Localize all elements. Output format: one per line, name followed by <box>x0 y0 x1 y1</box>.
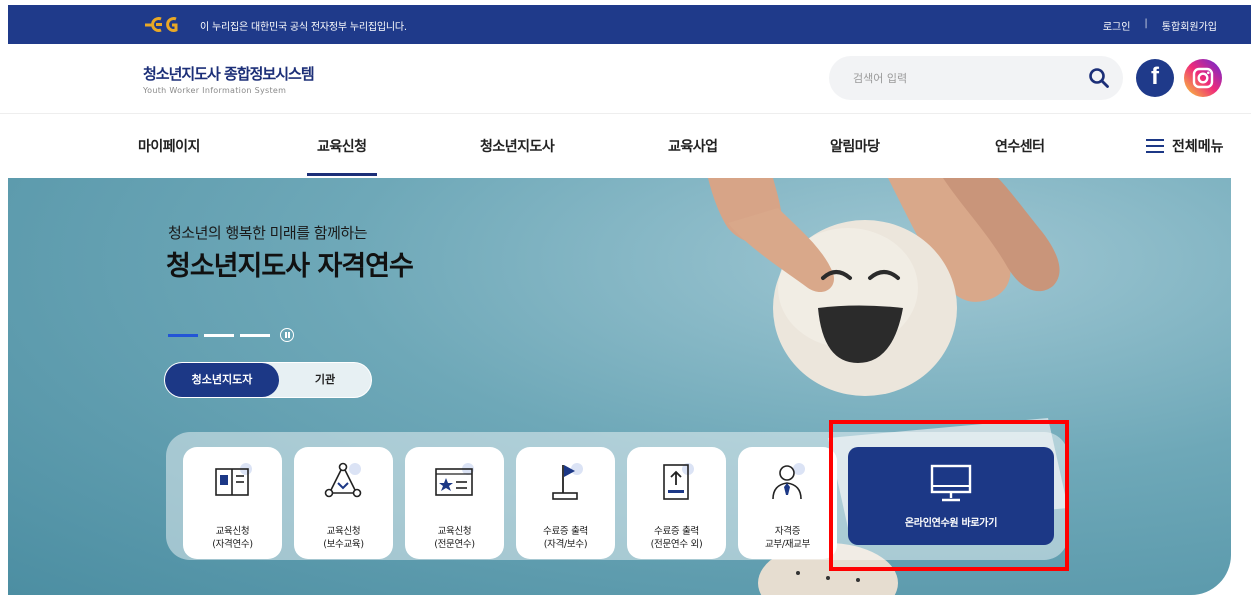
upload-icon <box>663 463 694 500</box>
quick-card-certificate-print-qualification[interactable]: 수료증 출력 (자격/보수) <box>516 447 615 559</box>
facebook-icon: f <box>1151 63 1159 90</box>
site-logo[interactable]: 청소년지도사 종합정보시스템 Youth Worker Information … <box>143 63 315 95</box>
search-icon[interactable] <box>1087 66 1111 90</box>
main-nav: 마이페이지 교육신청 청소년지도사 교육사업 알림마당 연수센터 전체메뉴 <box>0 113 1251 177</box>
site-title: 청소년지도사 종합정보시스템 <box>143 65 315 83</box>
quick-card-license-issue[interactable]: 자격증 교부/재교부 <box>738 447 837 559</box>
nav-item-youth-worker[interactable]: 청소년지도사 <box>480 136 555 156</box>
gov-links: 로그인 | 통합회원가입 <box>1103 18 1217 33</box>
all-menu-label: 전체메뉴 <box>1172 139 1224 155</box>
signup-link[interactable]: 통합회원가입 <box>1162 18 1217 33</box>
nav-item-education-business[interactable]: 교육사업 <box>668 136 718 156</box>
all-menu-button[interactable]: 전체메뉴 <box>1146 136 1224 156</box>
quick-card-label: 수료증 출력 (전문연수 외) <box>650 526 703 550</box>
toggle-youth-worker[interactable]: 청소년지도자 <box>165 363 279 397</box>
quick-card-certificate-print-professional[interactable]: 수료증 출력 (전문연수 외) <box>627 447 726 559</box>
search-box <box>829 56 1123 100</box>
quick-card-label: 교육신청 (보수교육) <box>323 526 364 550</box>
quick-menu: 교육신청 (자격연수) 교육신청 (보수교육) 교육신청 (전문연수) 수료증 … <box>166 432 1068 560</box>
online-training-center-label: 온라인연수원 바로가기 <box>904 518 998 529</box>
nav-item-notice[interactable]: 알림마당 <box>830 136 880 156</box>
monitor-icon <box>930 464 972 502</box>
hamburger-icon <box>1146 139 1164 153</box>
slide-indicator-1[interactable] <box>168 333 198 337</box>
flag-icon <box>552 463 583 500</box>
person-tie-icon <box>772 463 805 500</box>
quick-card-label: 자격증 교부/재교부 <box>764 526 811 550</box>
toggle-institution[interactable]: 기관 <box>279 363 371 397</box>
hero-title: 청소년지도사 자격연수 <box>166 251 414 282</box>
facebook-button[interactable]: f <box>1136 59 1174 97</box>
star-card-icon <box>435 463 474 496</box>
nav-item-training-center[interactable]: 연수센터 <box>995 136 1045 156</box>
quick-card-professional-training[interactable]: 교육신청 (전문연수) <box>405 447 504 559</box>
audience-toggle: 청소년지도자 기관 <box>164 362 372 398</box>
login-link[interactable]: 로그인 <box>1103 18 1131 33</box>
instagram-button[interactable] <box>1184 59 1222 97</box>
slide-indicator-2[interactable] <box>204 333 234 337</box>
eg-logo-icon <box>145 17 178 32</box>
separator: | <box>1144 18 1148 29</box>
site-subtitle: Youth Worker Information System <box>143 86 287 95</box>
quick-card-label: 수료증 출력 (자격/보수) <box>543 526 588 550</box>
hero-banner: 청소년의 행복한 미래를 함께하는 청소년지도사 자격연수 청소년지도자 기관 … <box>8 178 1231 595</box>
quick-card-label: 교육신청 (자격연수) <box>212 526 253 550</box>
quick-card-qualification-training[interactable]: 교육신청 (자격연수) <box>183 447 282 559</box>
gov-banner-text: 이 누리집은 대한민국 공식 전자정부 누리집입니다. <box>200 22 407 33</box>
pause-icon[interactable] <box>280 328 294 342</box>
nav-item-mypage[interactable]: 마이페이지 <box>138 136 200 156</box>
network-icon <box>324 462 362 498</box>
nav-item-education-apply[interactable]: 교육신청 <box>307 136 376 176</box>
book-icon <box>215 463 252 496</box>
slide-indicator-3[interactable] <box>240 333 270 337</box>
search-input[interactable] <box>853 67 1053 89</box>
hero-subtitle: 청소년의 행복한 미래를 함께하는 <box>168 224 368 242</box>
slide-pager <box>168 328 294 342</box>
quick-card-refresher-education[interactable]: 교육신청 (보수교육) <box>294 447 393 559</box>
online-training-center-button[interactable]: 온라인연수원 바로가기 <box>848 447 1054 545</box>
gov-banner: 이 누리집은 대한민국 공식 전자정부 누리집입니다. 로그인 | 통합회원가입 <box>8 5 1251 44</box>
quick-card-label: 교육신청 (전문연수) <box>434 526 475 550</box>
instagram-icon <box>1192 67 1214 89</box>
